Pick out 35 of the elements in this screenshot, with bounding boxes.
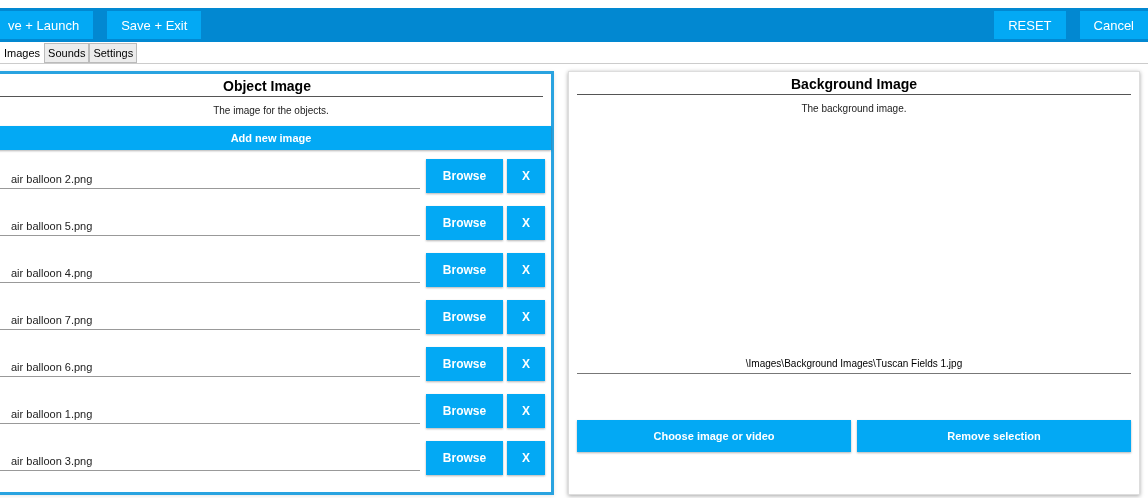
toolbar-button[interactable]: Save + Exit xyxy=(107,11,202,39)
toolbar-button[interactable]: Cancel xyxy=(1079,11,1148,39)
tab[interactable]: Sounds xyxy=(44,43,90,63)
browse-button[interactable]: Browse xyxy=(426,441,503,475)
tab[interactable]: Settings xyxy=(89,43,138,63)
browse-button[interactable]: Browse xyxy=(426,300,503,334)
file-field[interactable]: air balloon 4.png xyxy=(0,257,420,283)
file-field[interactable]: air balloon 1.png xyxy=(0,398,420,424)
toolbar-button[interactable]: ve + Launch xyxy=(0,11,94,39)
action-button[interactable]: Choose image or video xyxy=(577,420,851,452)
file-field[interactable]: air balloon 6.png xyxy=(0,351,420,377)
remove-button[interactable]: X xyxy=(507,347,545,381)
toolbar-button[interactable]: RESET xyxy=(994,11,1066,39)
file-field[interactable]: air balloon 7.png xyxy=(0,304,420,330)
file-path: \Images\Background Images\Tuscan Fields 1.jpg xyxy=(577,358,1131,374)
browse-button[interactable]: Browse xyxy=(426,347,503,381)
browse-button[interactable]: Browse xyxy=(426,206,503,240)
file-field[interactable]: air balloon 2.png xyxy=(0,163,420,189)
remove-button[interactable]: X xyxy=(507,441,545,475)
panel-title: Background Image xyxy=(577,72,1131,95)
action-button[interactable]: Remove selection xyxy=(857,420,1131,452)
browse-button[interactable]: Browse xyxy=(426,159,503,193)
browse-button[interactable]: Browse xyxy=(426,253,503,287)
remove-button[interactable]: X xyxy=(507,394,545,428)
remove-button[interactable]: X xyxy=(507,253,545,287)
remove-button[interactable]: X xyxy=(507,300,545,334)
file-field[interactable]: air balloon 3.png xyxy=(0,445,420,471)
remove-button[interactable]: X xyxy=(507,206,545,240)
panel-title: Object Image xyxy=(0,74,543,97)
panel-description: The image for the objects. xyxy=(212,104,330,118)
remove-button[interactable]: X xyxy=(507,159,545,193)
browse-button[interactable]: Browse xyxy=(426,394,503,428)
add-image-button[interactable]: Add new image xyxy=(0,126,551,150)
panel-description: The background image. xyxy=(800,102,908,116)
file-field[interactable]: air balloon 5.png xyxy=(0,210,420,236)
